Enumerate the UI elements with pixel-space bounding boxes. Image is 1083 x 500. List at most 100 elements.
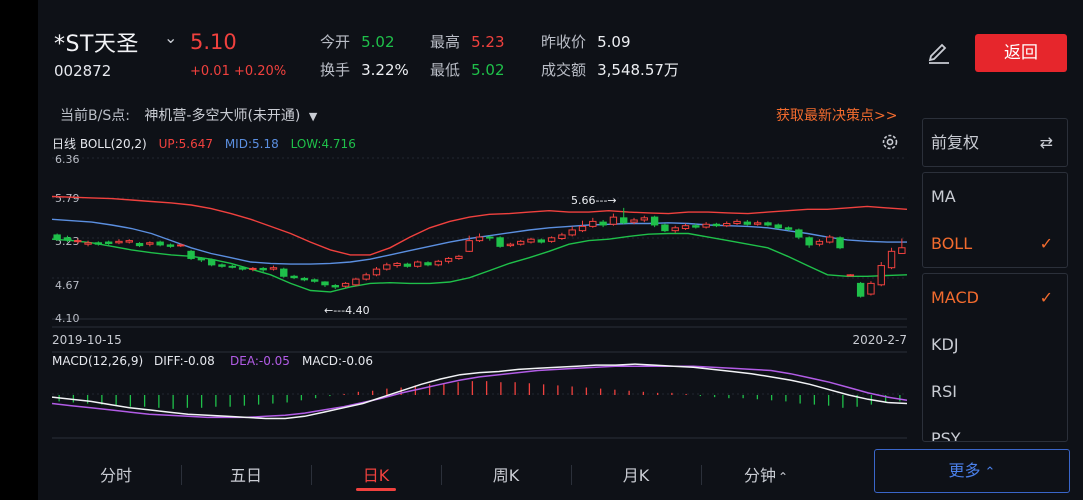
change-amount: +0.01	[190, 64, 230, 79]
macd-value: MACD:-0.06	[302, 354, 373, 368]
sub-indicator-box: MACD ✓ KDJ RSI PSY	[922, 273, 1068, 442]
macd-dea: DEA:-0.05	[230, 354, 290, 368]
candle-body	[424, 262, 432, 266]
candle-body	[856, 282, 865, 297]
candle-body	[568, 229, 576, 236]
candle-body	[589, 220, 597, 227]
dropdown-caret-icon[interactable]: ▼	[309, 110, 317, 123]
low-annotation: ←---4.40	[324, 304, 370, 317]
macd-name: MACD(12,26,9)	[52, 354, 143, 368]
indicator-ma[interactable]: MA	[923, 173, 1067, 220]
candle-body	[805, 237, 813, 246]
chevron-down-icon[interactable]: ⌄	[164, 28, 177, 47]
candle-body	[640, 217, 649, 221]
candle-body	[104, 241, 113, 244]
settings-gear-icon[interactable]	[880, 132, 900, 152]
get-decision-link[interactable]: 获取最新决策点>>	[776, 105, 897, 125]
kline-chart[interactable]: 6.36 5.79 5.23 4.67 4.10 2019-10-15 2020…	[52, 152, 907, 442]
checkmark-icon: ✓	[1039, 234, 1053, 253]
candle-body	[393, 262, 401, 267]
candle-body	[815, 240, 824, 245]
adjust-box[interactable]: 前复权 ⇄	[922, 118, 1068, 167]
tab-timeshare[interactable]: 分时	[76, 462, 156, 486]
candle-body	[372, 268, 381, 276]
tab-month-k[interactable]: 月K	[596, 462, 676, 486]
candle-body	[187, 250, 195, 259]
tab-divider	[311, 465, 312, 485]
macd-legend: MACD(12,26,9) DIFF:-0.08 DEA:-0.05 MACD:…	[52, 354, 373, 368]
candle-body	[352, 278, 360, 286]
main-indicator-box: MA BOLL ✓	[922, 172, 1068, 268]
stat-high: 最高 5.23	[430, 33, 505, 51]
bs-point-row[interactable]: 当前B/S点: 神机营-多空大师(未开通) ▼	[60, 105, 317, 125]
strategy-select[interactable]: 神机营-多空大师(未开通)	[144, 108, 300, 124]
adjust-option[interactable]: 前复权 ⇄	[923, 119, 1067, 166]
candles	[53, 207, 906, 298]
indicator-boll[interactable]: BOLL ✓	[923, 220, 1067, 267]
price-tick: 4.10	[55, 312, 80, 325]
tab-week-k[interactable]: 周K	[466, 462, 546, 486]
candle-body	[238, 267, 247, 270]
candle-body	[146, 242, 154, 245]
stat-open: 今开 5.02	[320, 33, 395, 51]
tab-five-day[interactable]: 五日	[206, 462, 286, 486]
candle-body	[795, 229, 803, 238]
price-tick: 5.79	[55, 192, 80, 205]
candle-body	[692, 225, 700, 228]
indicator-kdj[interactable]: KDJ	[923, 321, 1067, 368]
back-button[interactable]: 返回	[975, 34, 1067, 72]
candle-body	[496, 237, 504, 247]
candle-body	[269, 267, 278, 270]
indicator-psy[interactable]: PSY	[923, 415, 1067, 441]
candle-body	[630, 219, 638, 223]
candle-body	[547, 237, 556, 242]
edit-icon[interactable]	[926, 38, 952, 64]
chevron-up-icon: ⌃	[777, 470, 789, 484]
candle-body	[764, 222, 772, 226]
checkmark-icon: ✓	[1039, 288, 1053, 307]
candle-body	[156, 241, 164, 246]
candle-body	[784, 227, 793, 230]
candle-body	[743, 221, 752, 225]
bs-point-label: 当前B/S点:	[60, 108, 130, 124]
indicator-macd[interactable]: MACD ✓	[923, 274, 1067, 321]
macd-area	[52, 363, 907, 420]
candle-body	[74, 240, 82, 243]
candle-body	[898, 247, 906, 254]
indicator-rsi[interactable]: RSI	[923, 368, 1067, 415]
end-date: 2020-2-7	[853, 333, 907, 347]
candle-body	[681, 225, 690, 230]
candle-body	[517, 240, 525, 245]
candle-body	[702, 223, 710, 228]
candle-body	[846, 274, 855, 277]
more-button[interactable]: 更多 ⌃	[874, 449, 1070, 493]
candle-body	[774, 224, 782, 229]
stat-turnover: 换手 3.22%	[320, 61, 409, 79]
boll-mid: MID:5.18	[224, 137, 279, 151]
candle-body	[331, 285, 339, 288]
candle-body	[826, 236, 834, 243]
stock-name: *ST天圣	[54, 32, 139, 57]
candle-body	[620, 217, 628, 224]
indicator-panel: 前复权 ⇄ MA BOLL ✓ MACD ✓ KDJ RSI PSY	[922, 118, 1068, 442]
candle-body	[259, 267, 267, 271]
candle-body	[527, 238, 535, 243]
tab-minute[interactable]: 分钟 ⌃	[726, 462, 806, 486]
tab-day-k[interactable]: 日K	[336, 462, 416, 486]
candle-body	[650, 216, 659, 226]
high-annotation: 5.66---→	[571, 194, 617, 207]
candle-body	[94, 242, 103, 245]
stock-code: 002872	[54, 62, 112, 80]
candle-body	[341, 282, 350, 287]
tab-divider	[701, 465, 702, 485]
candle-body	[166, 244, 175, 247]
candle-body	[310, 279, 319, 282]
candle-body	[609, 216, 618, 225]
candle-body	[84, 242, 92, 245]
candle-body	[712, 223, 721, 227]
swap-icon[interactable]: ⇄	[1040, 119, 1053, 166]
candle-body	[661, 224, 669, 232]
candle-body	[753, 222, 762, 225]
macd-diff: DIFF:-0.08	[154, 354, 215, 368]
candle-body	[506, 243, 515, 247]
